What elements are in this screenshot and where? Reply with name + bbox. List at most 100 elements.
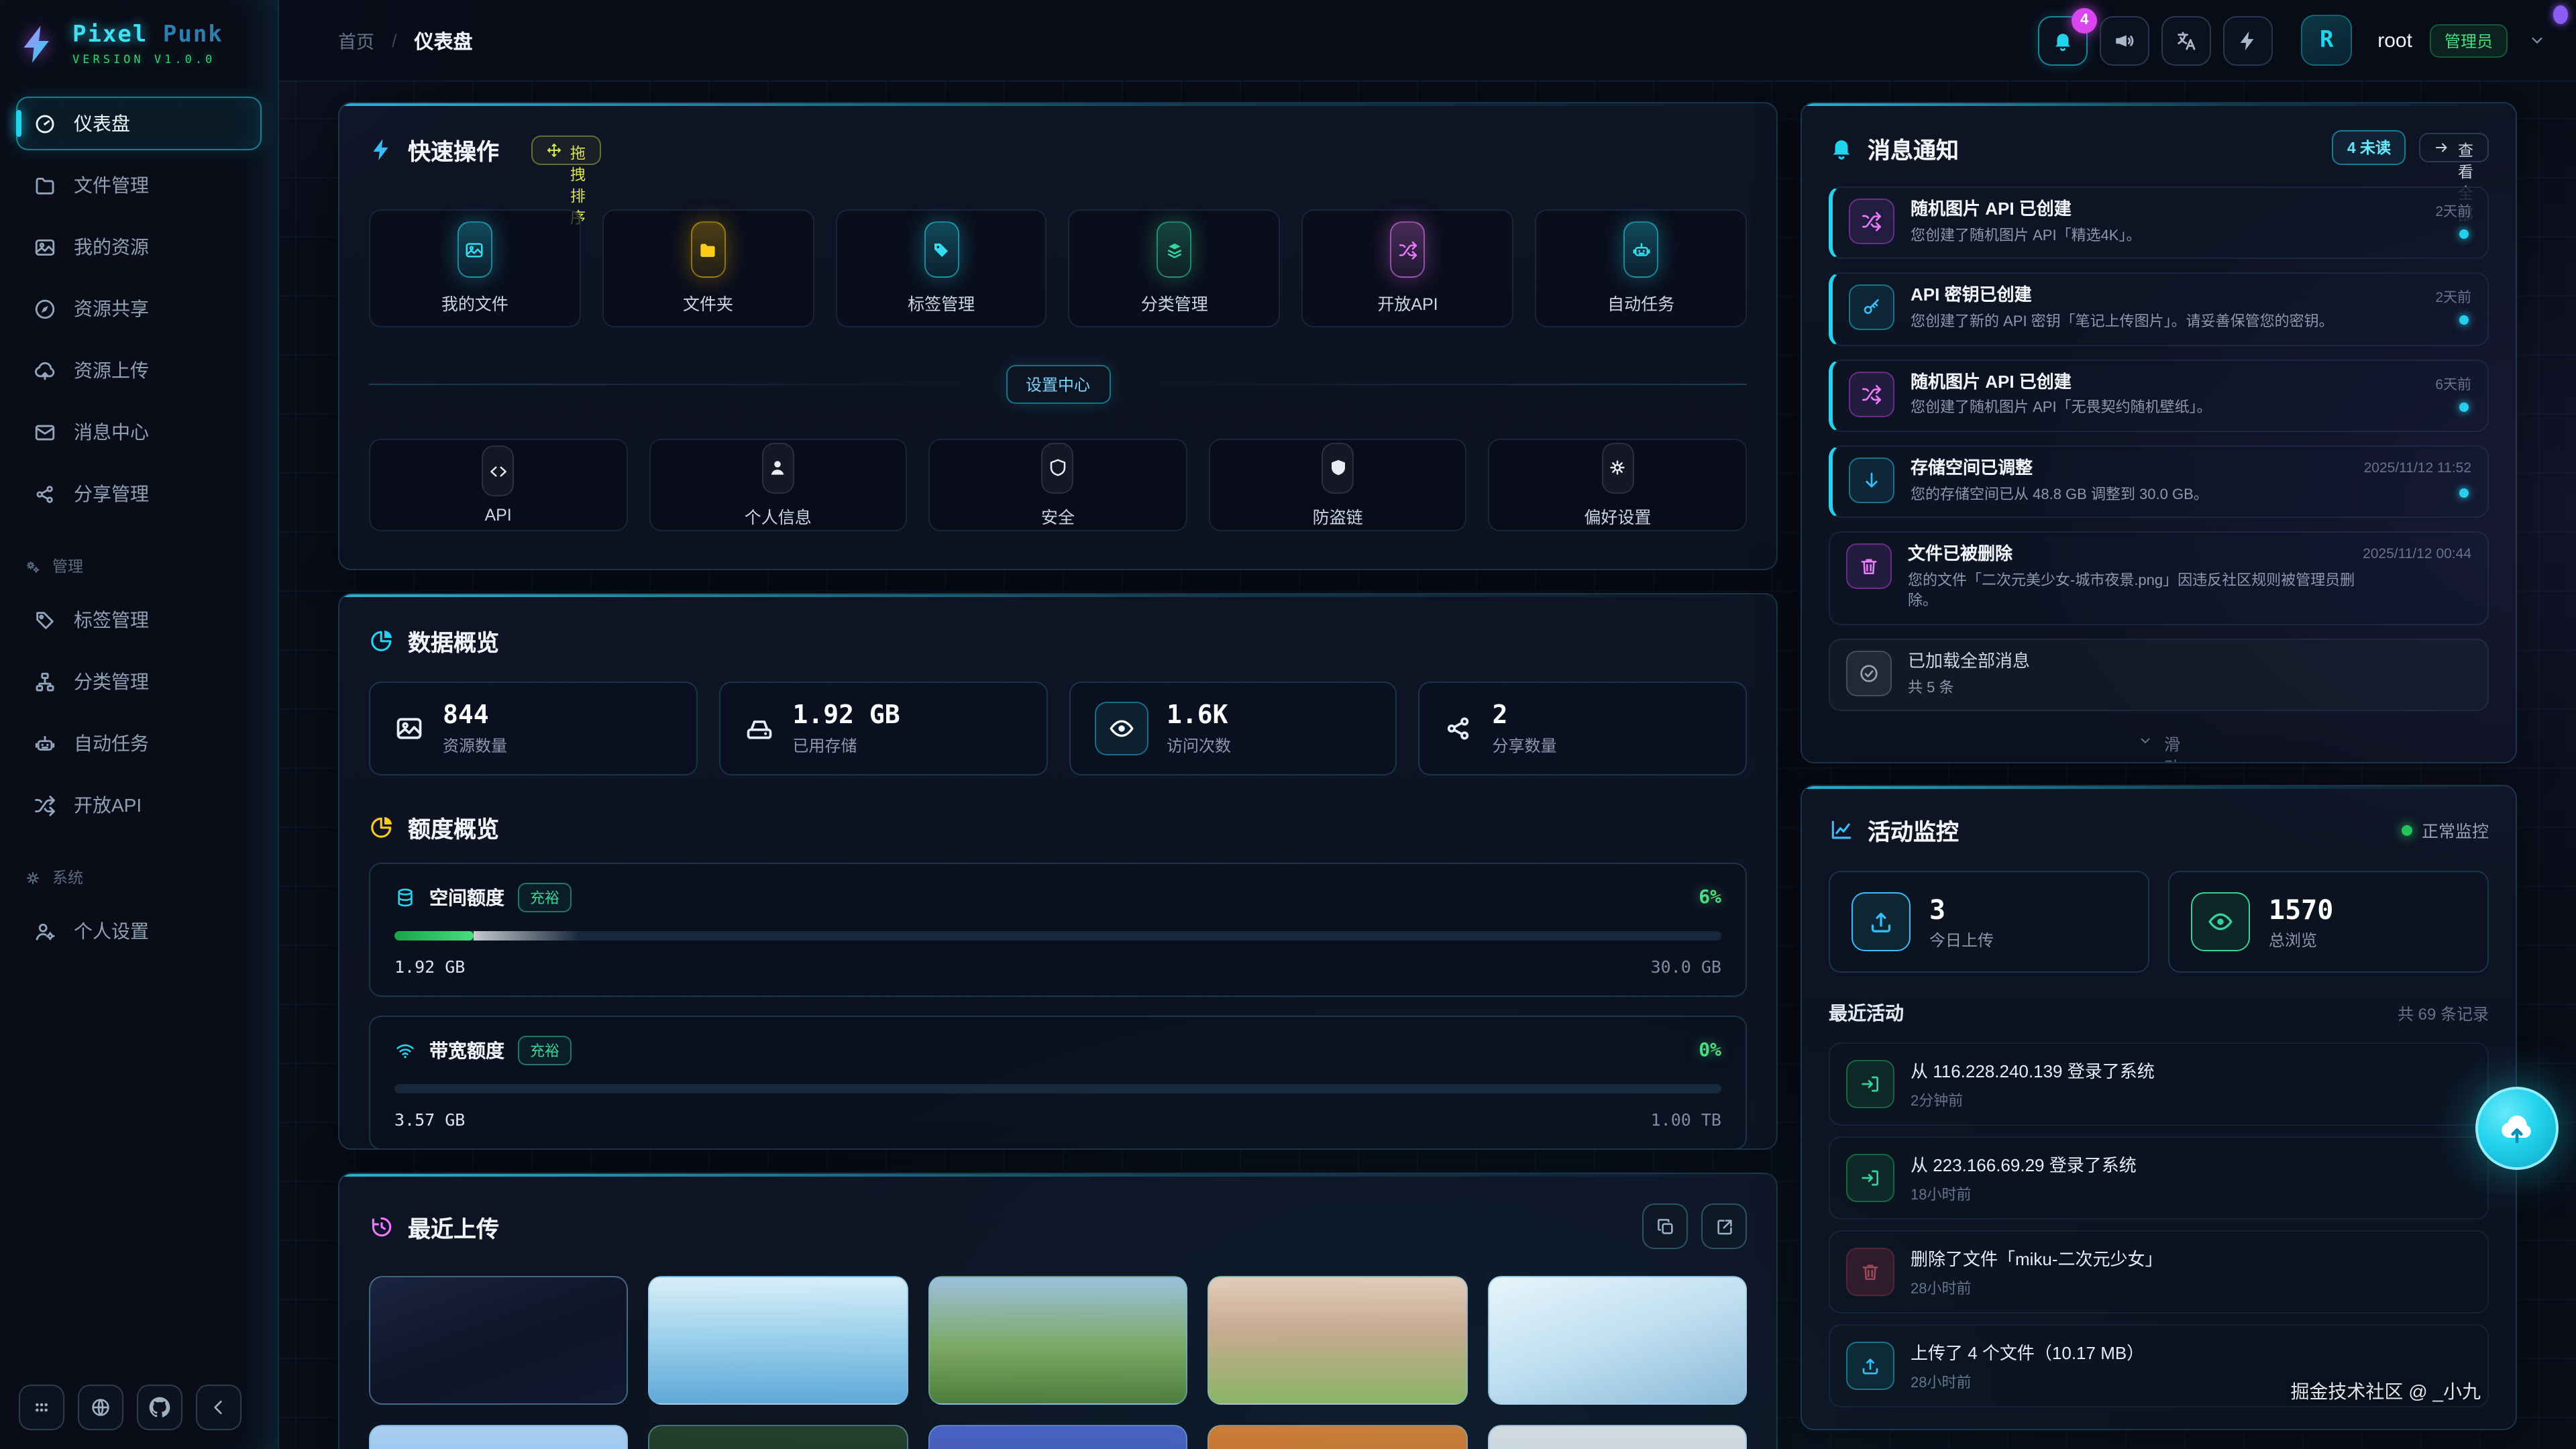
website-button[interactable] (78, 1385, 123, 1430)
quota-total: 1.00 TB (1651, 1110, 1721, 1130)
quota-card: 空间额度 充裕 6% 1.92 GB 30.0 GB (369, 863, 1747, 997)
notification-item[interactable]: API 密钥已创建 您创建了新的 API 密钥「笔记上传图片」。请妥善保管您的密… (1829, 273, 2489, 346)
quick-action-tile[interactable]: 分类管理 (1069, 209, 1281, 327)
breadcrumb-home[interactable]: 首页 (338, 27, 374, 54)
apps-grid-button[interactable] (19, 1385, 64, 1430)
recording-indicator-dot (2553, 5, 2568, 24)
sidebar-item[interactable]: 自动任务 (16, 716, 262, 770)
upload-thumbnail[interactable] (369, 1425, 629, 1449)
notification-item[interactable]: 随机图片 API 已创建 您创建了随机图片 API「无畏契约随机壁纸」。 6天前 (1829, 359, 2489, 432)
activity-text: 从 116.228.240.139 登录了系统 (1911, 1057, 2155, 1083)
open-external-button[interactable] (1701, 1203, 1747, 1249)
announcements-button[interactable] (2100, 15, 2149, 65)
stat-label: 已用存储 (793, 734, 900, 757)
sidebar-item[interactable]: 消息中心 (16, 405, 262, 459)
sidebar-item[interactable]: 开放API (16, 778, 262, 832)
upload-thumbnail[interactable] (1487, 1276, 1747, 1405)
activity-stat-icon-box (2191, 892, 2250, 951)
sidebar-item[interactable]: 分享管理 (16, 467, 262, 521)
settings-tile[interactable]: 偏好设置 (1489, 439, 1747, 531)
notification-description: 共 5 条 (1908, 678, 2030, 699)
drag-sort-badge[interactable]: 拖拽排序 (531, 135, 601, 164)
upload-thumbnail[interactable] (649, 1276, 908, 1405)
tile-icon-pill (482, 445, 515, 496)
status-dot (2402, 824, 2412, 835)
activity-stat-value: 3 (1929, 893, 1994, 925)
stat-card: 844 资源数量 (369, 682, 698, 775)
upload-thumbnail[interactable] (1208, 1276, 1467, 1405)
quick-action-tile[interactable]: 开放API (1302, 209, 1514, 327)
upload-fab-button[interactable] (2475, 1087, 2559, 1170)
activity-stat-label: 今日上传 (1929, 928, 1994, 951)
activity-stat-label: 总浏览 (2269, 928, 2333, 951)
upload-thumbnail[interactable] (1208, 1425, 1467, 1449)
scroll-more-hint: 滑动查看更多 (1802, 733, 2516, 749)
tile-icon-pill (1157, 221, 1192, 278)
notification-icon (1861, 470, 1882, 491)
logo-bolt-icon (19, 21, 59, 67)
github-button[interactable] (137, 1385, 182, 1430)
upload-thumbnail[interactable] (369, 1276, 629, 1405)
collapse-sidebar-button[interactable] (196, 1385, 241, 1430)
settings-tile[interactable]: API (369, 439, 627, 531)
data-overview-panel: 数据概览 844 资源数量 1.92 GB 已用存储 (338, 593, 1778, 1150)
notifications-button[interactable]: 4 (2038, 15, 2088, 65)
move-icon (546, 142, 562, 158)
sidebar-item[interactable]: 我的资源 (16, 220, 262, 274)
notification-time: 2025/11/12 00:44 (2363, 546, 2471, 562)
activity-time: 18小时前 (1911, 1183, 2137, 1205)
sidebar-item[interactable]: 标签管理 (16, 593, 262, 647)
notification-time: 6天前 (2435, 374, 2471, 394)
notification-item[interactable]: 存储空间已调整 您的存储空间已从 48.8 GB 调整到 30.0 GB。 20… (1829, 445, 2489, 519)
settings-tile[interactable]: 安全 (928, 439, 1187, 531)
sidebar-item[interactable]: 个人设置 (16, 904, 262, 958)
quota-progress-bar (394, 931, 1721, 941)
tile-icon (768, 458, 788, 478)
breadcrumb-separator: / (392, 30, 397, 50)
notification-item[interactable]: 已加载全部消息 共 5 条 (1829, 639, 2489, 712)
quick-action-tile[interactable]: 文件夹 (602, 209, 814, 327)
view-all-button[interactable]: 查看全部 (2419, 133, 2489, 162)
quota-status-badge: 充裕 (518, 1036, 572, 1065)
sidebar-item-icon (34, 174, 56, 197)
activity-stat-card: 3 今日上传 (1829, 871, 2149, 973)
top-navbar: 首页 / 仪表盘 4 R root 管理员 (279, 0, 2576, 82)
sidebar-item-icon (34, 920, 56, 943)
upload-thumbnail[interactable] (928, 1425, 1188, 1449)
upload-thumbnail[interactable] (928, 1276, 1188, 1405)
settings-center-chip[interactable]: 设置中心 (1006, 365, 1110, 404)
breadcrumb-current: 仪表盘 (415, 26, 473, 54)
notification-item[interactable]: 文件已被删除 您的文件「二次元美少女-城市夜景.png」因违反社区规则被管理员删… (1829, 531, 2489, 625)
notification-item[interactable]: 随机图片 API 已创建 您创建了随机图片 API「精选4K」。 2天前 (1829, 186, 2489, 260)
language-button[interactable] (2161, 15, 2211, 65)
upload-thumbnail[interactable] (649, 1425, 908, 1449)
chevron-down-icon[interactable] (2528, 31, 2546, 50)
settings-tile[interactable]: 个人信息 (649, 439, 907, 531)
unread-count-chip: 4 未读 (2332, 130, 2406, 165)
sidebar-item[interactable]: 资源上传 (16, 343, 262, 397)
sidebar-item-label: 标签管理 (74, 606, 149, 633)
tile-icon (1397, 239, 1417, 260)
quick-action-tile[interactable]: 自动任务 (1535, 209, 1747, 327)
settings-tile[interactable]: 防盗链 (1209, 439, 1467, 531)
sidebar-item[interactable]: 资源共享 (16, 282, 262, 335)
unread-dot (2459, 316, 2469, 325)
quick-action-tile[interactable]: 标签管理 (835, 209, 1047, 327)
notification-description: 您创建了随机图片 API「精选4K」。 (1911, 227, 2141, 248)
avatar[interactable]: R (2301, 15, 2352, 66)
sidebar-item[interactable]: 分类管理 (16, 655, 262, 708)
notification-icon (1861, 211, 1882, 232)
tile-icon-pill (1322, 442, 1354, 493)
sidebar-item[interactable]: 仪表盘 (16, 97, 262, 150)
tile-icon (698, 239, 718, 260)
copy-button[interactable] (1642, 1203, 1688, 1249)
tile-label: 标签管理 (908, 290, 975, 315)
theme-toggle-button[interactable] (2223, 15, 2273, 65)
bell-icon (1829, 135, 1854, 160)
upload-thumbnail[interactable] (1487, 1425, 1747, 1449)
sidebar-item-icon (34, 794, 56, 816)
quick-actions-title: 快速操作 (408, 133, 499, 166)
sidebar-section-label: 系统 (52, 867, 83, 888)
quick-action-tile[interactable]: 我的文件 (369, 209, 581, 327)
sidebar-item[interactable]: 文件管理 (16, 158, 262, 212)
